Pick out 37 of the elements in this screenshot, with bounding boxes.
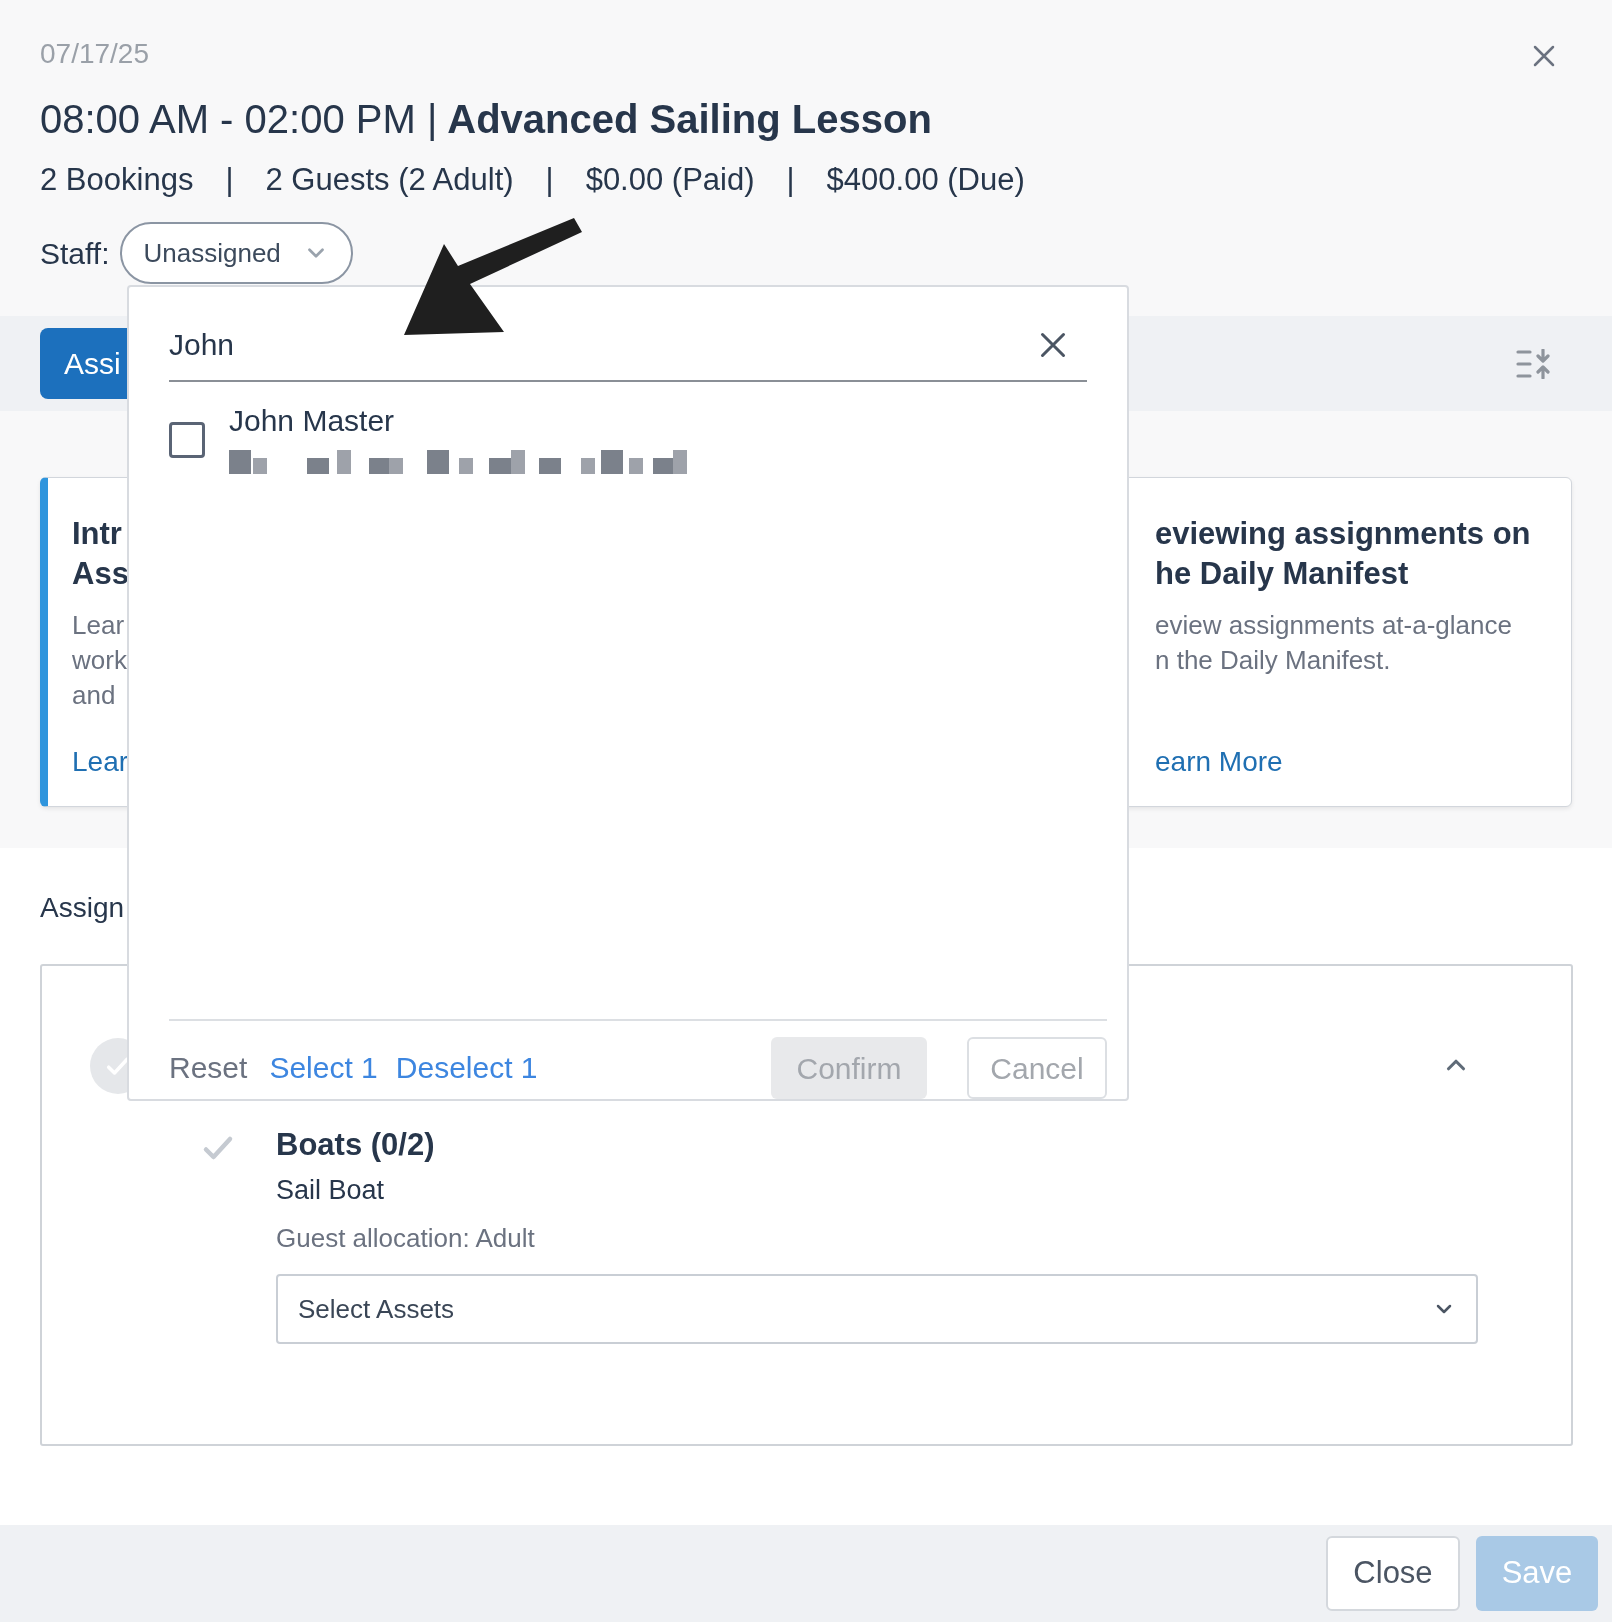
option-checkbox[interactable] [169,422,205,458]
close-button[interactable]: Close [1326,1536,1460,1611]
select-link[interactable]: Deselect 1 [395,1044,538,1090]
summary-item: $0.00 (Paid) [585,161,755,199]
select-link[interactable]: Select 1 [269,1044,378,1090]
option-name[interactable]: John Master [229,402,709,440]
staff-label: Staff: [40,235,110,272]
allocation-text: Guest allocation: Adult [276,1222,536,1255]
summary-item: 2 Guests (2 Adult) [265,161,514,199]
card-text: eview assignments at-a-glance [1155,609,1513,642]
summary-item: $400.00 (Due) [826,161,1025,199]
card-title: Ass [72,555,130,593]
card-title: Intr [72,515,123,553]
section-label: Assign [40,891,126,925]
separator: | [786,161,795,199]
item-subtitle: Sail Boat [276,1174,386,1207]
event-title: Advanced Sailing Lesson [447,96,932,142]
time-range: 08:00 AM - 02:00 PM | [40,96,438,142]
learn-more-link[interactable]: Lear [72,741,129,783]
select-assets-dropdown[interactable]: Select Assets [276,1274,1478,1344]
card-text: and [72,679,117,712]
reset-link[interactable]: Reset [169,1044,248,1090]
staff-dropdown[interactable]: Unassigned [119,222,353,284]
clear-icon[interactable] [1039,330,1067,359]
collapse-icon[interactable] [1516,348,1552,379]
close-icon[interactable] [1532,44,1556,68]
learn-more-link[interactable]: earn More [1155,741,1283,783]
separator: | [225,161,234,199]
card-title: eviewing assignments on [1155,515,1532,553]
separator: | [545,161,554,199]
item-title: Boats (0/2) [276,1126,436,1164]
card-text: n the Daily Manifest. [1155,644,1392,677]
summary-item: 2 Bookings [40,161,194,199]
card-text: Lear [72,609,126,642]
date: 07/17/25 [40,37,149,71]
card-title: he Daily Manifest [1155,555,1410,593]
card-text: work [72,644,128,677]
